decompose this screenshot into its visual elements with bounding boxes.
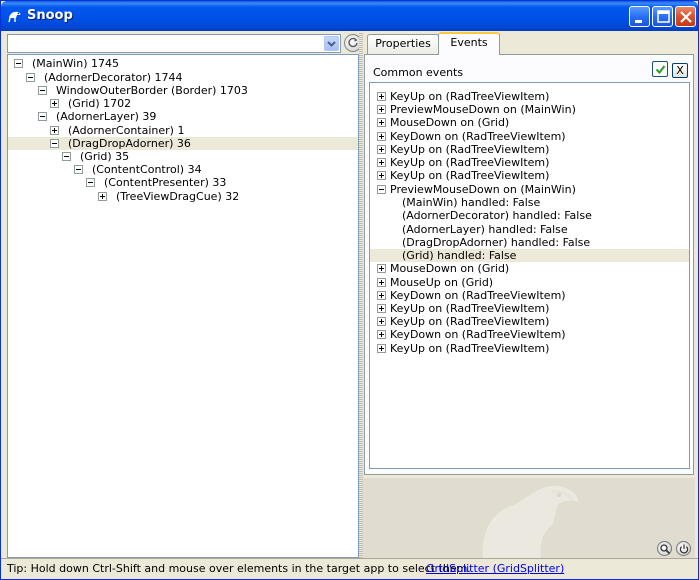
checkmark-icon[interactable]: [652, 61, 668, 77]
expand-icon[interactable]: [98, 192, 107, 201]
event-detail[interactable]: (MainWin) handled: False: [370, 196, 689, 209]
expand-icon[interactable]: [50, 99, 59, 108]
expand-icon[interactable]: [377, 291, 386, 300]
expand-icon[interactable]: [377, 132, 386, 141]
collapse-icon[interactable]: [38, 86, 47, 95]
event-item[interactable]: KeyUp on (RadTreeViewItem): [370, 90, 689, 103]
status-bar: Tip: Hold down Ctrl-Shift and mouse over…: [1, 558, 698, 579]
tree-item[interactable]: (AdornerDecorator) 1744: [8, 71, 358, 84]
expand-icon[interactable]: [377, 158, 386, 167]
tab-events[interactable]: Events: [438, 32, 500, 55]
tree-item[interactable]: (ContentPresenter) 33: [8, 176, 358, 189]
expand-icon[interactable]: [50, 126, 59, 135]
tree-item-selected[interactable]: (DragDropAdorner) 36: [8, 137, 358, 150]
event-item[interactable]: KeyUp on (RadTreeViewItem): [370, 302, 689, 315]
collapse-icon[interactable]: [14, 59, 23, 68]
tree-item[interactable]: (Grid) 1702: [8, 97, 358, 110]
title-bar[interactable]: Snoop: [1, 1, 698, 31]
event-detail[interactable]: (AdornerLayer) handled: False: [370, 223, 689, 236]
chevron-down-icon[interactable]: [324, 36, 339, 51]
snoop-window: Snoop (MainWin) 1745 (AdornerDecorator) …: [0, 0, 699, 580]
expand-icon[interactable]: [377, 304, 386, 313]
event-item[interactable]: MouseDown on (Grid): [370, 116, 689, 129]
tree-item[interactable]: (Grid) 35: [8, 150, 358, 163]
visual-tree[interactable]: (MainWin) 1745 (AdornerDecorator) 1744 W…: [7, 54, 359, 558]
snoop-watermark-icon: [473, 478, 593, 561]
collapse-icon[interactable]: [38, 112, 47, 121]
details-pane: Properties Events Common events X KeyUp …: [363, 32, 695, 558]
event-item[interactable]: KeyUp on (RadTreeViewItem): [370, 342, 689, 355]
collapse-icon[interactable]: [86, 178, 95, 187]
close-button[interactable]: [675, 6, 696, 27]
events-tab-panel: Common events X KeyUp on (RadTreeViewIte…: [364, 54, 694, 475]
event-item[interactable]: KeyDown on (RadTreeViewItem): [370, 289, 689, 302]
expand-icon[interactable]: [377, 105, 386, 114]
collapse-icon[interactable]: [74, 165, 83, 174]
collapse-icon[interactable]: [62, 152, 71, 161]
expand-icon[interactable]: [377, 171, 386, 180]
event-item[interactable]: KeyUp on (RadTreeViewItem): [370, 315, 689, 328]
event-item[interactable]: PreviewMouseDown on (MainWin): [370, 103, 689, 116]
window-title: Snoop: [27, 8, 73, 23]
tree-item[interactable]: (AdornerContainer) 1: [8, 124, 358, 137]
maximize-button[interactable]: [652, 6, 673, 27]
tree-item[interactable]: (ContentControl) 34: [8, 163, 358, 176]
event-item[interactable]: MouseDown on (Grid): [370, 262, 689, 275]
tree-item[interactable]: (AdornerLayer) 39: [8, 110, 358, 123]
status-tip: Tip: Hold down Ctrl-Shift and mouse over…: [7, 562, 471, 575]
event-detail[interactable]: (AdornerDecorator) handled: False: [370, 209, 689, 222]
event-item[interactable]: MouseUp on (Grid): [370, 276, 689, 289]
expand-icon[interactable]: [377, 118, 386, 127]
event-item[interactable]: KeyUp on (RadTreeViewItem): [370, 143, 689, 156]
expand-icon[interactable]: [377, 264, 386, 273]
collapse-icon[interactable]: [26, 73, 35, 82]
status-element-link[interactable]: GridSplitter (GridSplitter): [426, 562, 564, 575]
tree-item[interactable]: (MainWin) 1745: [8, 57, 358, 70]
event-item[interactable]: PreviewMouseDown on (MainWin): [370, 183, 689, 196]
expand-icon[interactable]: [377, 317, 386, 326]
expand-icon[interactable]: [377, 145, 386, 154]
minimize-button[interactable]: [629, 6, 650, 27]
expand-icon[interactable]: [377, 330, 386, 339]
event-detail-selected[interactable]: (Grid) handled: False: [370, 249, 689, 262]
expand-icon[interactable]: [377, 92, 386, 101]
event-item[interactable]: KeyDown on (RadTreeViewItem): [370, 130, 689, 143]
expand-icon[interactable]: [377, 278, 386, 287]
collapse-icon[interactable]: [50, 139, 59, 148]
event-detail[interactable]: (DragDropAdorner) handled: False: [370, 236, 689, 249]
tree-item[interactable]: WindowOuterBorder (Border) 1703: [8, 84, 358, 97]
expand-icon[interactable]: [377, 344, 386, 353]
preview-area: [363, 478, 695, 558]
power-icon[interactable]: [676, 541, 691, 556]
events-list[interactable]: KeyUp on (RadTreeViewItem) PreviewMouseD…: [369, 82, 690, 469]
search-combo[interactable]: [7, 34, 341, 53]
clear-events-button[interactable]: X: [672, 63, 688, 78]
common-events-label: Common events: [373, 66, 464, 79]
event-item[interactable]: KeyUp on (RadTreeViewItem): [370, 156, 689, 169]
tab-properties[interactable]: Properties: [367, 34, 439, 54]
magnifier-icon[interactable]: [657, 541, 672, 556]
event-item[interactable]: KeyDown on (RadTreeViewItem): [370, 328, 689, 341]
event-item[interactable]: KeyUp on (RadTreeViewItem): [370, 169, 689, 182]
snoop-icon: [7, 9, 23, 23]
collapse-icon[interactable]: [377, 185, 386, 194]
tree-item[interactable]: (TreeViewDragCue) 32: [8, 190, 358, 203]
visual-tree-pane: (MainWin) 1745 (AdornerDecorator) 1744 W…: [5, 32, 362, 558]
